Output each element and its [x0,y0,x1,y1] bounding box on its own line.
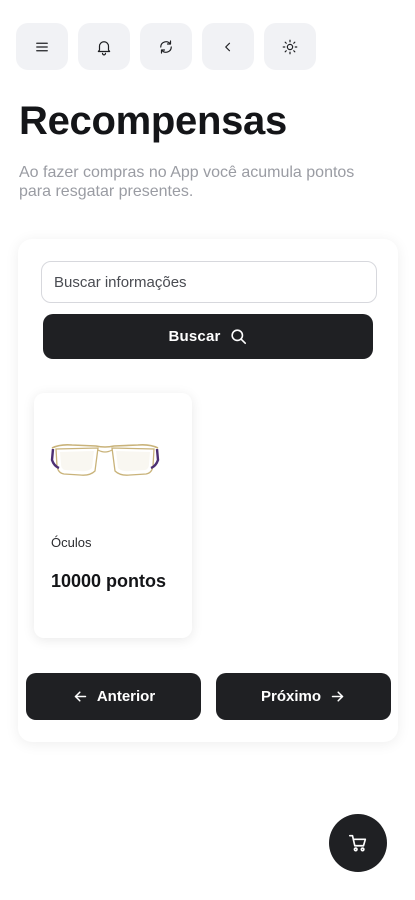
search-input[interactable] [41,261,377,303]
bell-icon [97,40,111,55]
cart-button[interactable] [329,814,387,872]
previous-page-label: Anterior [96,688,156,705]
theme-toggle-button[interactable] [264,23,316,70]
sun-icon [282,39,298,54]
search-button[interactable]: Buscar [43,314,373,359]
menu-button[interactable] [16,23,68,70]
cart-icon [348,834,367,852]
product-points: 10000 pontos [51,571,167,591]
arrow-right-icon [331,691,344,702]
back-button[interactable] [202,23,254,70]
glasses-icon [50,444,160,476]
notifications-button[interactable] [78,23,130,70]
next-page-button[interactable]: Próximo [216,673,391,720]
page-subtitle: Ao fazer compras no App você acumula pon… [19,164,355,200]
product-name: Óculos [51,535,92,550]
refresh-button[interactable] [140,23,192,70]
next-page-label: Próximo [260,688,321,705]
chevron-left-icon [225,42,231,51]
previous-page-button[interactable]: Anterior [26,673,201,720]
top-toolbar [16,23,316,70]
search-button-label: Buscar [168,328,221,345]
rewards-card: Buscar Óculos 10000 pontos [18,239,398,742]
arrow-left-icon [74,691,87,702]
search-icon [230,329,246,345]
page-title: Recompensas [19,99,287,143]
product-card[interactable]: Óculos 10000 pontos [34,393,192,638]
menu-icon [36,42,48,51]
refresh-icon [160,39,172,54]
